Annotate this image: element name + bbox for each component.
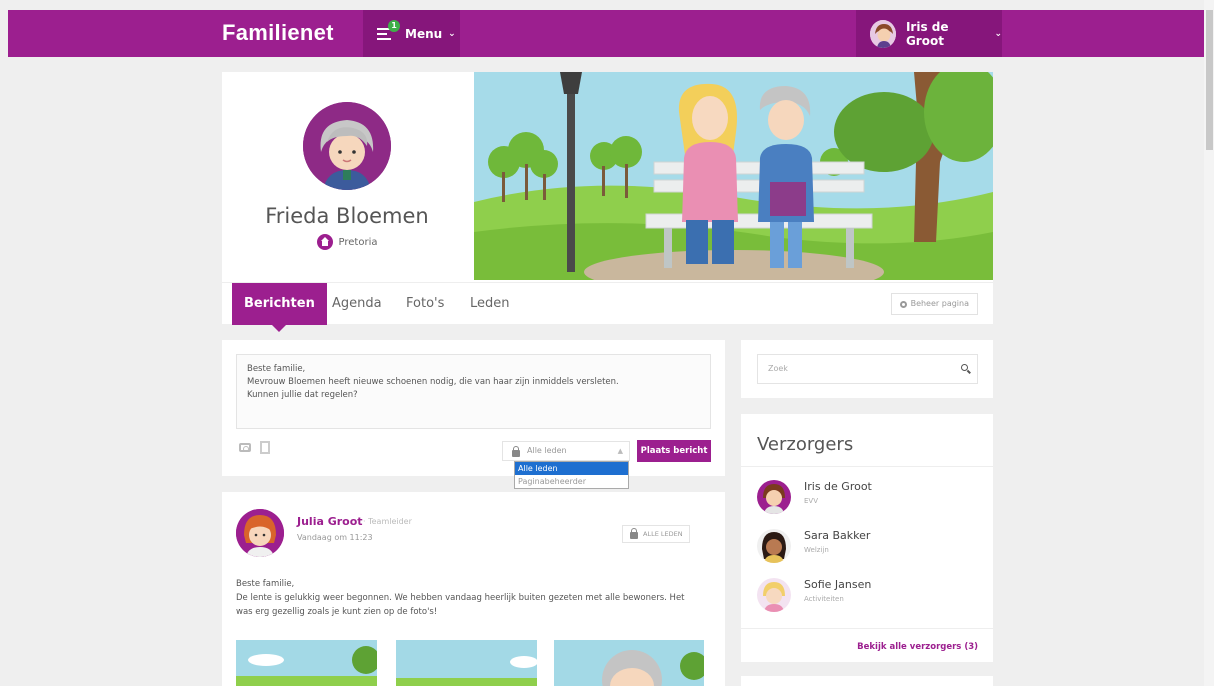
post-audience-badge: ALLE LEDEN xyxy=(622,525,690,543)
profile-header: Frieda Bloemen Pretoria xyxy=(222,62,1004,294)
post-photo[interactable] xyxy=(236,640,377,686)
divider xyxy=(741,628,993,629)
notification-badge: 1 xyxy=(388,19,400,32)
document-icon[interactable] xyxy=(260,441,270,454)
caregiver-avatar xyxy=(757,480,791,514)
sidebar-card xyxy=(741,676,993,686)
caregiver-item[interactable]: Iris de Groot EVV xyxy=(757,480,977,520)
top-navigation-bar: Familienet 1 Menu ⌄ Iris de Groot ⌄ xyxy=(8,10,1208,57)
post-author-name[interactable]: Julia Groot xyxy=(297,515,363,528)
caregiver-role: Welzijn xyxy=(804,546,829,554)
manage-page-button[interactable]: Beheer pagina xyxy=(890,293,978,315)
post-photo[interactable] xyxy=(396,640,537,686)
post-author-role-text: Teamleider xyxy=(368,517,412,526)
caregiver-avatar xyxy=(757,529,791,563)
caregiver-avatar xyxy=(757,578,791,612)
message-line: Beste familie, xyxy=(247,364,306,374)
profile-avatar xyxy=(303,102,391,190)
tab-agenda[interactable]: Agenda xyxy=(332,283,382,325)
audience-select-value: Alle leden xyxy=(527,446,567,455)
caregivers-title: Verzorgers xyxy=(757,434,854,455)
message-textarea[interactable]: Beste familie, Mevrouw Bloemen heeft nie… xyxy=(236,354,711,429)
chevron-down-icon: ⌄ xyxy=(448,28,456,39)
divider xyxy=(741,466,993,467)
page-scrollbar[interactable] xyxy=(1204,0,1214,686)
caregiver-item[interactable]: Sara Bakker Welzijn xyxy=(757,529,977,569)
menu-button[interactable]: 1 Menu ⌄ xyxy=(363,10,460,57)
user-avatar xyxy=(870,19,896,48)
audience-dropdown: Alle leden Paginabeheerder xyxy=(514,461,629,489)
home-icon xyxy=(316,234,333,250)
profile-location: Pretoria xyxy=(222,234,472,250)
location-text: Pretoria xyxy=(338,236,378,248)
user-name: Iris de Groot xyxy=(905,19,949,48)
caregivers-card: Verzorgers Iris de Groot EVV Sara Bakker… xyxy=(741,414,993,662)
search-icon[interactable] xyxy=(961,364,968,371)
camera-icon[interactable] xyxy=(239,443,251,452)
tab-berichten[interactable]: Berichten xyxy=(232,283,327,332)
hamburger-icon: 1 xyxy=(377,19,400,40)
post-line: was erg gezellig zoals je kunt zien op d… xyxy=(236,607,438,617)
caregiver-name: Sofie Jansen xyxy=(804,578,872,591)
feed-post: Julia Groot · Teamleider Vandaag om 11:2… xyxy=(222,492,725,686)
author-avatar[interactable] xyxy=(236,509,284,557)
caregiver-item[interactable]: Sofie Jansen Activiteiten xyxy=(757,578,977,618)
post-line: Beste familie, xyxy=(236,579,295,589)
tab-leden[interactable]: Leden xyxy=(470,283,510,325)
lock-icon xyxy=(512,446,520,457)
post-author-role: · Teamleider xyxy=(363,517,412,526)
brand-logo[interactable]: Familienet xyxy=(222,20,334,46)
message-line: Kunnen jullie dat regelen? xyxy=(247,390,358,400)
menu-label: Menu xyxy=(405,26,443,41)
post-line: De lente is gelukkig weer begonnen. We h… xyxy=(236,593,685,603)
search-card: Zoek xyxy=(741,340,993,398)
tab-fotos[interactable]: Foto's xyxy=(406,283,444,325)
search-placeholder: Zoek xyxy=(768,364,788,373)
gear-icon xyxy=(899,300,907,308)
post-photo[interactable] xyxy=(554,640,704,686)
post-body: Beste familie, De lente is gelukkig weer… xyxy=(236,577,716,619)
caregiver-role: EVV xyxy=(804,497,818,505)
post-composer: Beste familie, Mevrouw Bloemen heeft nie… xyxy=(222,340,725,476)
message-line: Mevrouw Bloemen heeft nieuwe schoenen no… xyxy=(247,377,619,387)
audience-select[interactable]: Alle leden ▲▼ xyxy=(502,441,630,473)
user-menu-button[interactable]: Iris de Groot ⌄ xyxy=(856,10,1002,57)
dropdown-option-all-members[interactable]: Alle leden xyxy=(515,462,628,475)
caregiver-name: Iris de Groot xyxy=(804,480,872,493)
dropdown-option-page-admin[interactable]: Paginabeheerder xyxy=(515,475,628,488)
search-input[interactable]: Zoek xyxy=(757,354,978,384)
cover-image xyxy=(474,62,1004,294)
caregiver-role: Activiteiten xyxy=(804,595,844,603)
view-all-caregivers-link[interactable]: Bekijk alle verzorgers (3) xyxy=(857,642,978,652)
post-audience-label: ALLE LEDEN xyxy=(643,530,683,538)
profile-tabs: Berichten Agenda Foto's Leden Beheer pag… xyxy=(222,282,993,332)
manage-page-label: Beheer pagina xyxy=(910,299,969,308)
post-message-button[interactable]: Plaats bericht xyxy=(637,440,711,462)
chevron-down-icon: ⌄ xyxy=(994,28,1002,39)
scrollbar-thumb[interactable] xyxy=(1206,10,1213,150)
profile-name: Frieda Bloemen xyxy=(265,204,429,228)
caregiver-name: Sara Bakker xyxy=(804,529,871,542)
lock-icon xyxy=(630,528,638,539)
post-timestamp: Vandaag om 11:23 xyxy=(297,533,373,542)
